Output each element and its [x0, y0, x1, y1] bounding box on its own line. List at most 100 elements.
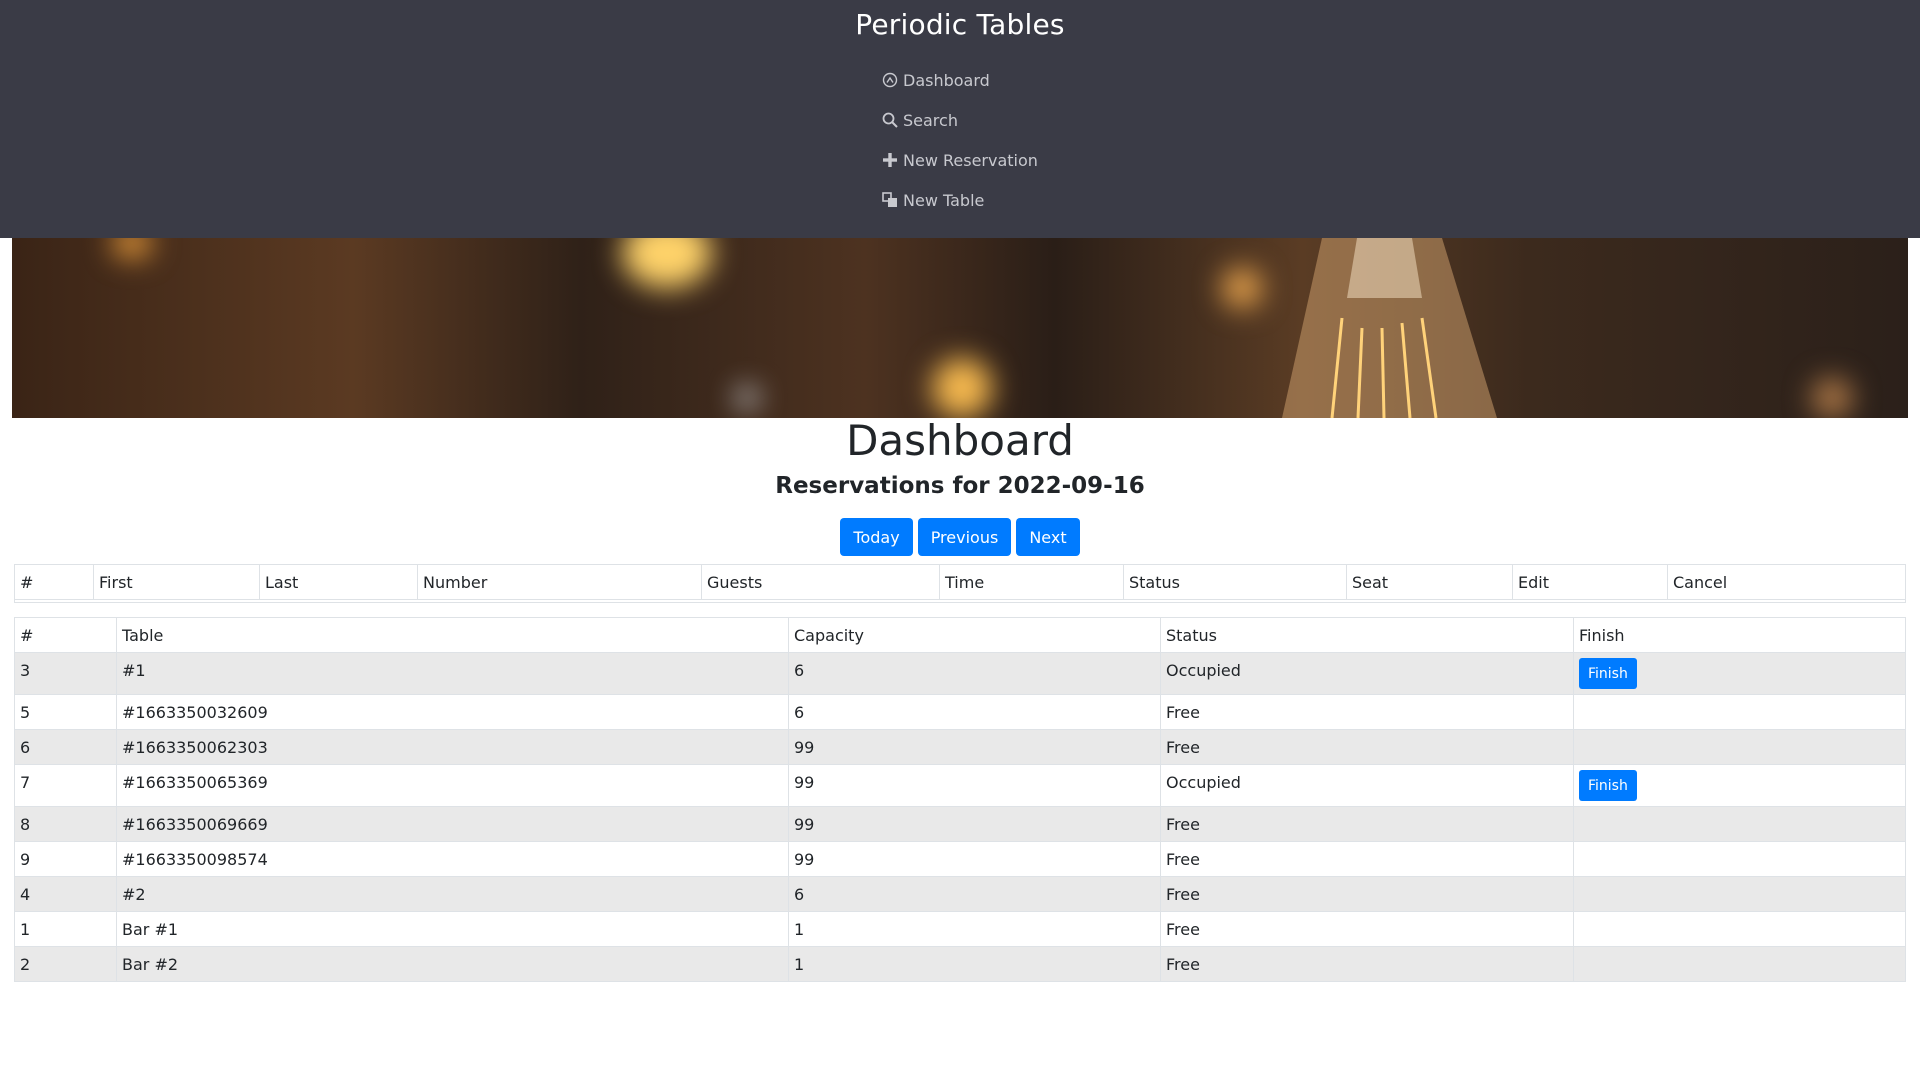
table-id-cell: 1: [14, 911, 117, 947]
table-id-cell: 8: [14, 806, 117, 842]
table-capacity-cell: 1: [788, 946, 1161, 982]
search-icon: [881, 111, 899, 129]
table-capacity-cell: 99: [788, 764, 1161, 807]
table-id-cell: 9: [14, 841, 117, 877]
table-capacity-cell: 99: [788, 841, 1161, 877]
nav-label-new-reservation: New Reservation: [903, 150, 1038, 170]
nav-item-new-reservation[interactable]: New Reservation: [881, 140, 1038, 180]
previous-button[interactable]: Previous: [917, 518, 1012, 556]
col-header: Capacity: [788, 617, 1161, 653]
table-status-cell: Occupied: [1160, 652, 1574, 695]
table-id-cell: 6: [14, 729, 117, 765]
table-row: 4 #2 6 Free: [14, 876, 1906, 912]
table-capacity-cell: 1: [788, 911, 1161, 947]
col-header: Guests: [701, 564, 940, 600]
table-name-cell: #2: [116, 876, 789, 912]
table-finish-cell: [1573, 694, 1906, 730]
table-name-cell: Bar #1: [116, 911, 789, 947]
table-finish-cell: Finish: [1573, 652, 1906, 695]
table-status-cell: Free: [1160, 694, 1574, 730]
table-finish-cell: [1573, 729, 1906, 765]
table-finish-cell: [1573, 946, 1906, 982]
table-status-cell: Free: [1160, 876, 1574, 912]
finish-button[interactable]: Finish: [1579, 770, 1637, 801]
next-button[interactable]: Next: [1016, 518, 1080, 556]
table-finish-cell: [1573, 841, 1906, 877]
tables-table: # Table Capacity Status Finish 3 #1 6 Occup…: [14, 617, 1906, 982]
table-name-cell: #1663350069669: [116, 806, 789, 842]
col-header: Number: [417, 564, 702, 600]
table-capacity-cell: 99: [788, 729, 1161, 765]
col-header: Cancel: [1667, 564, 1906, 600]
nav-label-dashboard: Dashboard: [903, 70, 990, 90]
col-header: Finish: [1573, 617, 1906, 653]
tables-body: 3 #1 6 Occupied Finish 5 #1663350032609 6 Free 6 #…: [14, 652, 1906, 982]
col-header: Seat: [1346, 564, 1513, 600]
nav-label-new-table: New Table: [903, 190, 985, 210]
date-nav-buttons: Today Previous Next: [0, 518, 1920, 556]
nav-item-search[interactable]: Search: [881, 100, 1038, 140]
nav-item-new-table[interactable]: New Table: [881, 180, 1038, 220]
table-status-cell: Free: [1160, 841, 1574, 877]
hero-banner-image: [12, 238, 1908, 418]
lightbulb-image: [1282, 238, 1497, 418]
nav-item-dashboard[interactable]: Dashboard: [881, 60, 1038, 100]
table-name-cell: #1663350098574: [116, 841, 789, 877]
tables-header-row: # Table Capacity Status Finish: [14, 617, 1906, 653]
table-id-cell: 4: [14, 876, 117, 912]
table-row: 3 #1 6 Occupied Finish: [14, 652, 1906, 695]
col-header: #: [14, 564, 94, 600]
table-status-cell: Free: [1160, 729, 1574, 765]
table-status-cell: Free: [1160, 946, 1574, 982]
reservations-header-row: # First Last Number Guests Time Status S…: [14, 564, 1906, 600]
plus-icon: [881, 151, 899, 169]
col-header: First: [93, 564, 260, 600]
empty-body: [14, 599, 1906, 603]
page-title: Dashboard: [846, 416, 1074, 465]
table-finish-cell: [1573, 911, 1906, 947]
finish-button[interactable]: Finish: [1579, 658, 1637, 689]
col-header: Time: [939, 564, 1124, 600]
table-id-cell: 3: [14, 652, 117, 695]
table-name-cell: #1663350062303: [116, 729, 789, 765]
table-icon: [881, 191, 899, 209]
col-header: Table: [116, 617, 789, 653]
table-name-cell: #1663350065369: [116, 764, 789, 807]
table-row: 7 #1663350065369 99 Occupied Finish: [14, 764, 1906, 807]
col-header: Edit: [1512, 564, 1668, 600]
nav-label-search: Search: [903, 110, 958, 130]
table-finish-cell: [1573, 806, 1906, 842]
table-id-cell: 2: [14, 946, 117, 982]
table-capacity-cell: 6: [788, 876, 1161, 912]
table-name-cell: #1663350032609: [116, 694, 789, 730]
table-capacity-cell: 6: [788, 694, 1161, 730]
dashboard-icon: [881, 71, 899, 89]
table-finish-cell: Finish: [1573, 764, 1906, 807]
table-finish-cell: [1573, 876, 1906, 912]
col-header: #: [14, 617, 117, 653]
col-header: Last: [259, 564, 418, 600]
today-button[interactable]: Today: [840, 518, 913, 556]
table-id-cell: 5: [14, 694, 117, 730]
table-row: 5 #1663350032609 6 Free: [14, 694, 1906, 730]
top-navbar: Periodic Tables Dashboard Search New Res…: [0, 0, 1920, 238]
nav-menu: Dashboard Search New Reservation New Tab…: [881, 60, 1038, 220]
reservations-table: # First Last Number Guests Time Status S…: [14, 564, 1906, 603]
table-row: 6 #1663350062303 99 Free: [14, 729, 1906, 765]
table-row: 2 Bar #2 1 Free: [14, 946, 1906, 982]
table-status-cell: Free: [1160, 911, 1574, 947]
table-name-cell: Bar #2: [116, 946, 789, 982]
app-title[interactable]: Periodic Tables: [0, 8, 1920, 41]
col-header: Status: [1160, 617, 1574, 653]
table-status-cell: Occupied: [1160, 764, 1574, 807]
table-id-cell: 7: [14, 764, 117, 807]
table-status-cell: Free: [1160, 806, 1574, 842]
table-row: 8 #1663350069669 99 Free: [14, 806, 1906, 842]
table-capacity-cell: 99: [788, 806, 1161, 842]
table-row: 9 #1663350098574 99 Free: [14, 841, 1906, 877]
reservations-date-heading: Reservations for 2022-09-16: [775, 473, 1145, 499]
table-row: 1 Bar #1 1 Free: [14, 911, 1906, 947]
col-header: Status: [1123, 564, 1347, 600]
table-name-cell: #1: [116, 652, 789, 695]
table-capacity-cell: 6: [788, 652, 1161, 695]
